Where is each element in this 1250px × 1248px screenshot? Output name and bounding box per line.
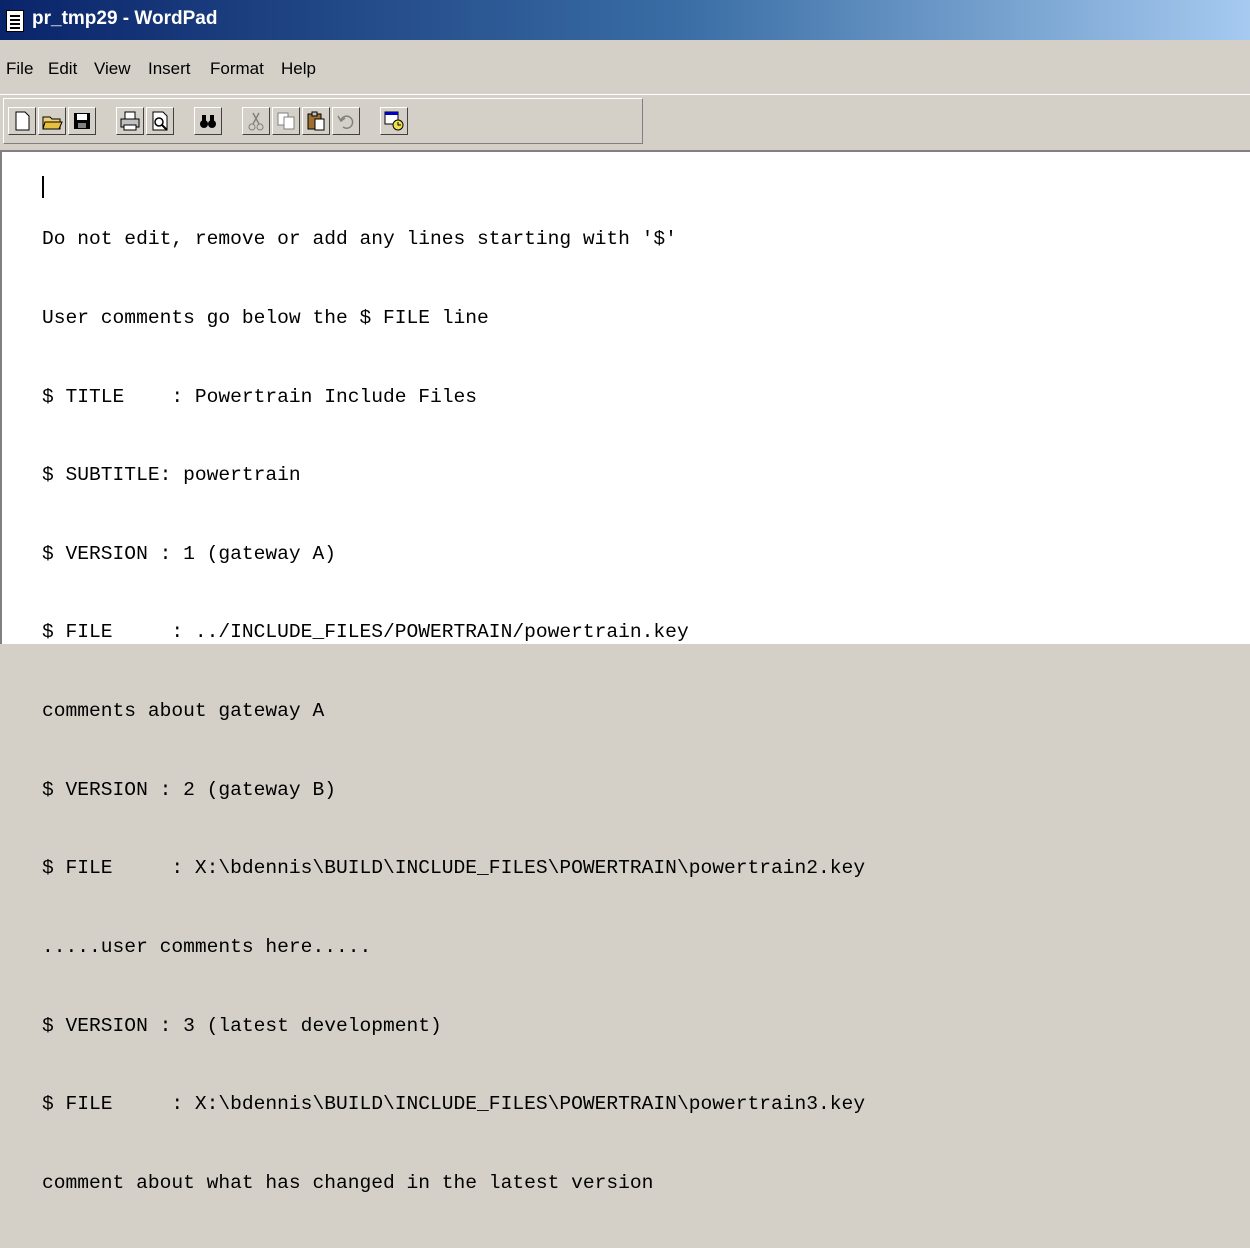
- toolbar-band: [3, 98, 643, 144]
- new-document-icon: [15, 111, 30, 131]
- document-line: $ TITLE : Powertrain Include Files: [42, 385, 478, 408]
- find-button[interactable]: [194, 107, 222, 135]
- document-line: .....user comments here.....: [42, 935, 372, 958]
- undo-icon: [337, 115, 354, 129]
- document-line: $ VERSION : 1 (gateway A): [42, 542, 336, 565]
- save-icon: [74, 113, 90, 129]
- cut-button[interactable]: [242, 107, 270, 135]
- print-preview-icon: [152, 111, 168, 131]
- wordpad-document-icon[interactable]: [6, 10, 24, 32]
- menu-edit[interactable]: Edit: [48, 59, 77, 79]
- find-icon: [200, 115, 216, 128]
- insert-date-time-button[interactable]: [380, 107, 408, 135]
- insert-date-time-icon: [384, 111, 404, 131]
- paste-button[interactable]: [302, 107, 330, 135]
- document-area[interactable]: Do not edit, remove or add any lines sta…: [0, 150, 1250, 1194]
- print-icon: [120, 111, 140, 131]
- save-button[interactable]: [68, 107, 96, 135]
- document-line: $ VERSION : 3 (latest development): [42, 1014, 442, 1037]
- paste-icon: [307, 111, 325, 131]
- print-button[interactable]: [116, 107, 144, 135]
- cut-icon: [248, 112, 264, 131]
- menu-file[interactable]: File: [6, 59, 33, 79]
- document-line: $ FILE : ../INCLUDE_FILES/POWERTRAIN/pow…: [42, 621, 689, 644]
- print-preview-button[interactable]: [146, 107, 174, 135]
- toolbar: [0, 94, 1250, 146]
- copy-icon: [277, 112, 295, 130]
- document-line: User comments go below the $ FILE line: [42, 307, 489, 330]
- open-button[interactable]: [38, 107, 66, 135]
- document-line: Do not edit, remove or add any lines sta…: [42, 228, 677, 251]
- open-folder-icon: [42, 116, 63, 130]
- document-line: $ FILE : X:\bdennis\BUILD\INCLUDE_FILES\…: [42, 857, 866, 880]
- menu-bar: File Edit View Insert Format Help: [0, 55, 1250, 87]
- new-button[interactable]: [8, 107, 36, 135]
- document-line: comment about what has changed in the la…: [42, 1171, 654, 1194]
- title-bar[interactable]: pr_tmp29 - WordPad: [0, 0, 1250, 40]
- document-line: $ FILE : X:\bdennis\BUILD\INCLUDE_FILES\…: [42, 1093, 866, 1116]
- menu-format[interactable]: Format: [210, 59, 264, 79]
- document-line: $ VERSION : 2 (gateway B): [42, 778, 336, 801]
- copy-button[interactable]: [272, 107, 300, 135]
- window-title: pr_tmp29 - WordPad: [32, 8, 218, 29]
- undo-button[interactable]: [332, 107, 360, 135]
- document-line: $ SUBTITLE: powertrain: [42, 464, 301, 487]
- menu-help[interactable]: Help: [281, 59, 316, 79]
- menu-insert[interactable]: Insert: [148, 59, 191, 79]
- document-line: comments about gateway A: [42, 700, 325, 723]
- document-text[interactable]: Do not edit, remove or add any lines sta…: [42, 174, 865, 1248]
- menu-view[interactable]: View: [94, 59, 131, 79]
